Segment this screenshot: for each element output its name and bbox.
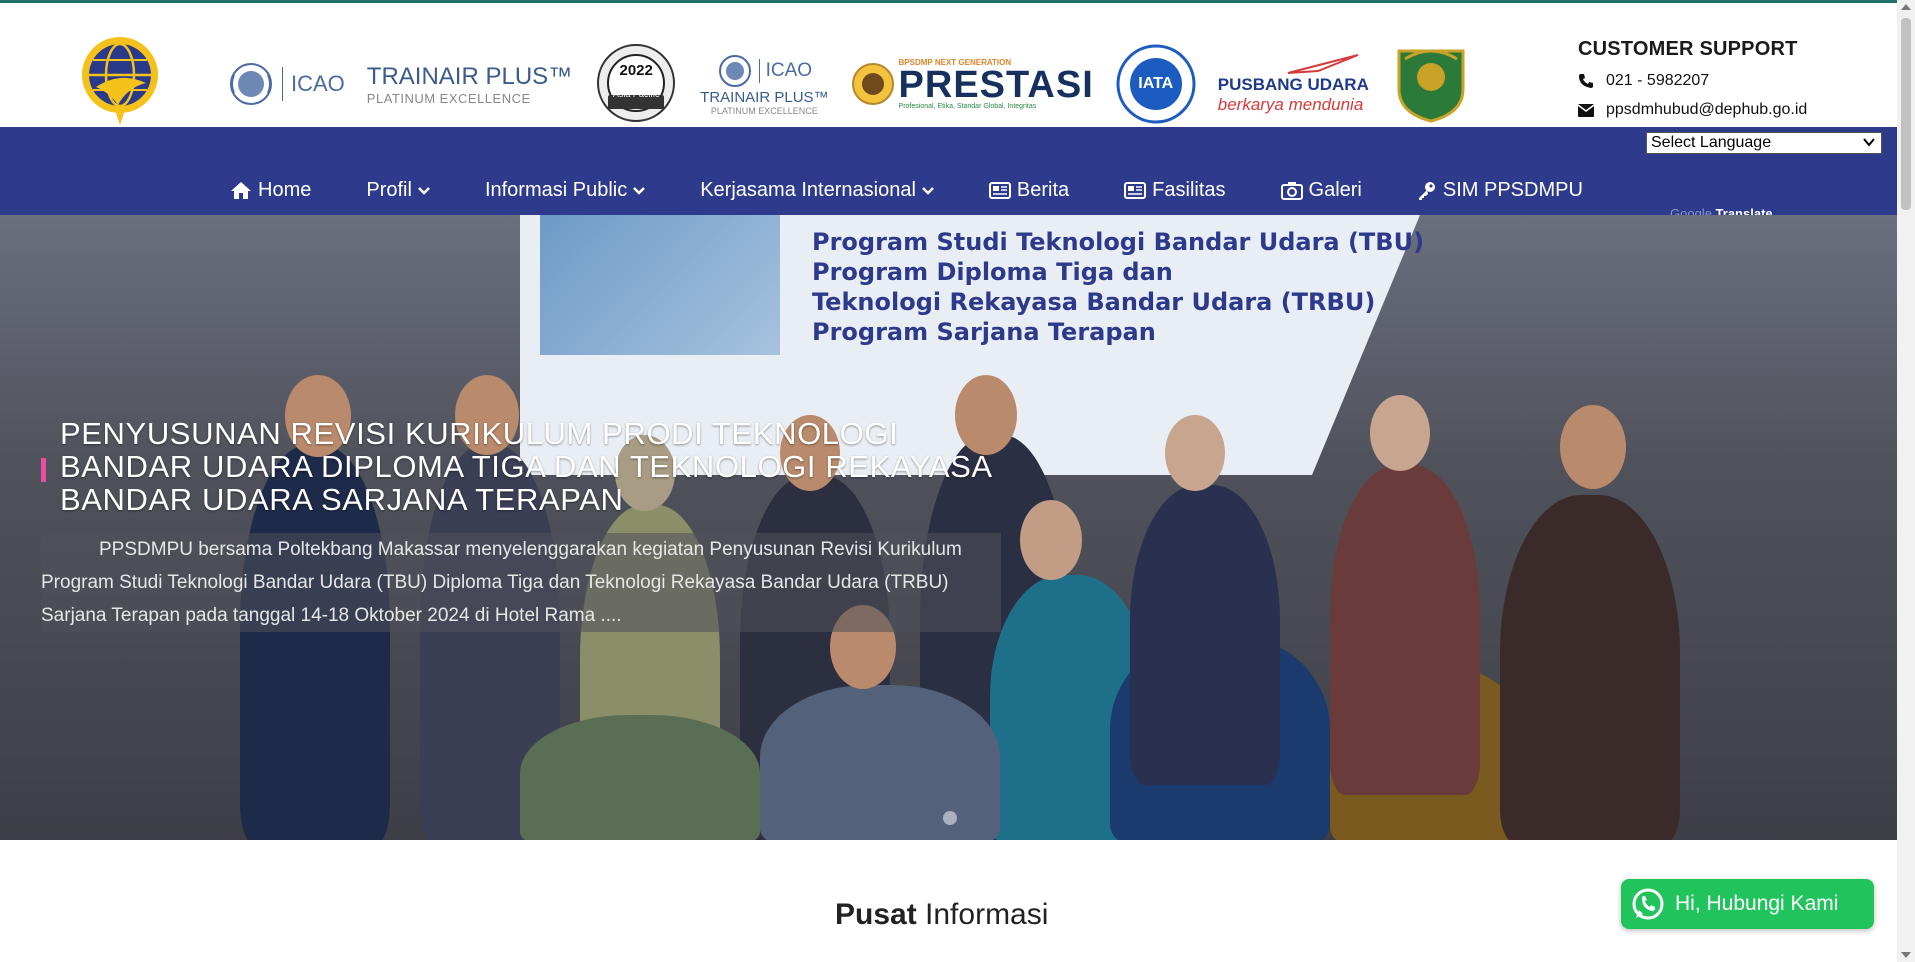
main-navbar: Home Profil Informasi Public Kerjasama I… — [0, 127, 1897, 215]
pusbang-tagline: berkarya mendunia — [1217, 95, 1364, 114]
ministry-logo[interactable] — [80, 35, 160, 127]
trainair-text: TRAINAIR PLUS™ — [366, 62, 573, 90]
envelope-icon — [1578, 103, 1594, 117]
hero-title: PENYUSUNAN REVISI KURIKULUM PRODI TEKNOL… — [60, 416, 991, 517]
trainair-sub-2: PLATINUM EXCELLENCE — [710, 105, 818, 116]
prestasi-logo: BPSDMP NEXT GENERATION PRESTASI Profesio… — [851, 58, 1094, 110]
scrollbar-thumb[interactable] — [1901, 18, 1911, 210]
newspaper-icon — [1124, 182, 1147, 199]
nav-profil[interactable]: Profil — [366, 179, 430, 202]
banner-line-1: Program Studi Teknologi Bandar Udara (TB… — [812, 228, 1425, 256]
email-address: ppsdmhubud@dephub.go.id — [1606, 101, 1808, 118]
icao-trainair-logo: ICAO TRAINAIR PLUS™ PLATINUM EXCELLENCE — [700, 53, 829, 116]
chevron-down-icon — [633, 187, 646, 195]
prestasi-text: PRESTASI — [898, 64, 1094, 106]
atc-year: 2022 — [619, 61, 653, 79]
emblem-logo — [1391, 45, 1471, 123]
nav-kerjasama-label: Kerjasama Internasional — [700, 179, 916, 201]
pusbang-udara-logo: PUSBANG UDARA berkarya mendunia — [1218, 53, 1369, 115]
phone-icon — [1579, 74, 1593, 88]
newspaper-icon — [988, 182, 1011, 199]
nav-sim-label: SIM PPSDMPU — [1442, 179, 1583, 201]
chevron-down-icon — [1863, 138, 1875, 147]
nav-galeri[interactable]: Galeri — [1280, 179, 1362, 202]
atc-award-badge: 2022 Asia Pacific — [594, 43, 678, 125]
support-phone[interactable]: 021 - 5982207 — [1578, 72, 1898, 90]
trainair-sub: PLATINUM EXCELLENCE — [366, 90, 531, 106]
whatsapp-button[interactable]: Hi, Hubungi Kami — [1621, 879, 1874, 929]
banner-photo — [540, 215, 780, 355]
chevron-down-icon — [922, 187, 934, 195]
support-title: CUSTOMER SUPPORT — [1578, 38, 1798, 60]
nav-home-label: Home — [258, 179, 312, 201]
icao-logo: ICAO — [228, 61, 345, 107]
icao-text: ICAO — [291, 71, 345, 96]
caption-accent-bar — [41, 458, 46, 482]
nav-berita[interactable]: Berita — [988, 179, 1070, 202]
partner-logos: ICAO TRAINAIR PLUS™ PLATINUM EXCELLENCE … — [228, 39, 1493, 129]
slider-dot[interactable] — [943, 811, 957, 825]
nav-profil-label: Profil — [366, 179, 412, 201]
banner-line-3: Teknologi Rekayasa Bandar Udara (TRBU) — [812, 288, 1376, 316]
whatsapp-icon — [1632, 888, 1664, 920]
camera-icon — [1280, 181, 1303, 200]
nav-home[interactable]: Home — [230, 179, 311, 202]
key-icon — [1418, 181, 1435, 200]
page-scrollbar[interactable] — [1897, 0, 1915, 962]
trainair-plus-logo: TRAINAIR PLUS™ PLATINUM EXCELLENCE — [367, 63, 572, 106]
scroll-down-icon[interactable] — [1901, 952, 1911, 958]
nav-informasi-public[interactable]: Informasi Public — [484, 179, 646, 202]
hero-slider[interactable]: Program Studi Teknologi Bandar Udara (TB… — [0, 215, 1897, 840]
scroll-up-icon[interactable] — [1901, 4, 1911, 10]
language-select-label: Select Language — [1651, 134, 1772, 151]
customer-support: CUSTOMER SUPPORT 021 - 5982207 ppsdmhubu… — [1578, 38, 1898, 119]
icao-text-2: ICAO — [765, 59, 813, 81]
atc-region: Asia Pacific — [612, 88, 660, 99]
chevron-down-icon — [418, 187, 430, 195]
banner-line-2: Program Diploma Tiga dan — [812, 258, 1173, 286]
section-title-rest: Informasi — [916, 898, 1049, 931]
nav-menu: Home Profil Informasi Public Kerjasama I… — [230, 179, 1638, 202]
nav-fasilitas[interactable]: Fasilitas — [1124, 179, 1226, 202]
whatsapp-label: Hi, Hubungi Kami — [1675, 892, 1839, 915]
nav-sim-ppsdmpu[interactable]: SIM PPSDMPU — [1417, 179, 1583, 202]
pusbang-text: PUSBANG UDARA — [1217, 75, 1369, 94]
iata-logo: IATA — [1116, 44, 1196, 124]
iata-text: IATA — [1138, 75, 1174, 92]
home-icon — [231, 182, 251, 199]
banner-text: Program Studi Teknologi Bandar Udara (TB… — [812, 227, 1424, 347]
nav-kerjasama-internasional[interactable]: Kerjasama Internasional — [700, 179, 934, 202]
language-select[interactable]: Select Language — [1646, 132, 1882, 154]
support-email[interactable]: ppsdmhubud@dephub.go.id — [1578, 101, 1898, 119]
hero-description: PPSDMPU bersama Poltekbang Makassar meny… — [41, 533, 1001, 632]
nav-galeri-label: Galeri — [1308, 179, 1362, 201]
prestasi-tagline: Profesional, Etika, Standar Global, Inte… — [898, 103, 1037, 110]
trainair-text-2: TRAINAIR PLUS™ — [700, 88, 829, 106]
nav-berita-label: Berita — [1016, 179, 1070, 201]
section-title: Pusat Informasi — [835, 898, 1048, 932]
phone-number: 021 - 5982207 — [1606, 72, 1710, 89]
site-header: ICAO TRAINAIR PLUS™ PLATINUM EXCELLENCE … — [0, 3, 1897, 127]
nav-fasilitas-label: Fasilitas — [1152, 179, 1226, 201]
nav-informasi-public-label: Informasi Public — [484, 179, 628, 201]
section-title-bold: Pusat — [835, 898, 917, 931]
